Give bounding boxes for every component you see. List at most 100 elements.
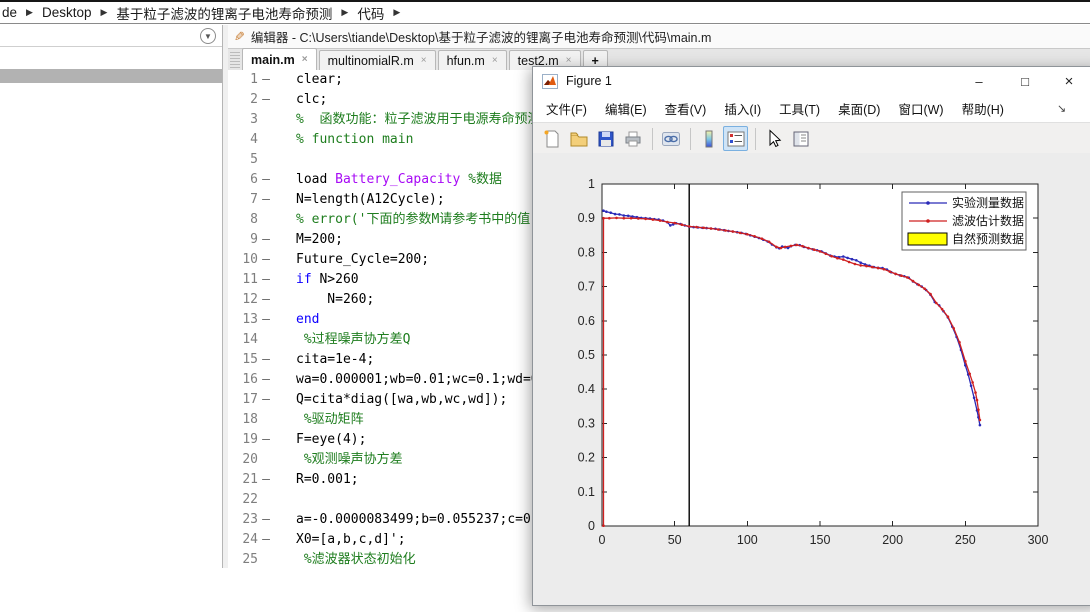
svg-text:0.4: 0.4 <box>578 382 595 396</box>
code-text: load Battery_Capacity %数据 <box>296 172 503 187</box>
figure-window: Figure 1 – □ × ↘ 文件(F) 编辑(E) 查看(V) 插入(I) 工具(… <box>532 66 1090 606</box>
tab-close-icon[interactable]: × <box>421 55 427 66</box>
exec-marker <box>258 450 274 470</box>
exec-marker: – <box>262 512 270 527</box>
exec-marker: – <box>262 292 270 307</box>
line-number: 7 <box>250 192 258 207</box>
editor-titlebar: ✎ 编辑器 - C:\Users\tiande\Desktop\基于粒子滤波的锂… <box>228 25 1090 49</box>
insert-colorbar-icon[interactable] <box>696 126 721 151</box>
legend-label: 滤波估计数据 <box>952 213 1024 228</box>
svg-text:1: 1 <box>588 177 595 191</box>
breadcrumb-item[interactable]: 代码 <box>357 3 384 23</box>
line-number: 13 <box>242 312 258 327</box>
tab-close-icon[interactable]: × <box>302 54 308 65</box>
exec-marker: – <box>262 192 270 207</box>
menu-F[interactable]: 文件(F) <box>537 99 596 118</box>
editor-tab-main-m[interactable]: main.m × <box>242 48 317 70</box>
menu-T[interactable]: 工具(T) <box>770 99 829 118</box>
figure-toolbar <box>533 122 1090 155</box>
current-folder-header: ▼ <box>0 25 222 47</box>
svg-text:0.8: 0.8 <box>578 245 595 259</box>
exec-marker: – <box>262 532 270 547</box>
legend-label: 实验测量数据 <box>952 195 1024 210</box>
menu-V[interactable]: 查看(V) <box>656 99 716 118</box>
svg-text:100: 100 <box>737 533 758 547</box>
code-text: M=200; <box>296 232 343 247</box>
exec-marker: – <box>262 272 270 287</box>
line-number: 8 <box>250 212 258 227</box>
menu-W[interactable]: 窗口(W) <box>889 99 952 118</box>
svg-text:0.6: 0.6 <box>578 314 595 328</box>
editor-tab-multinomialR-m[interactable]: multinomialR.m × <box>318 50 436 70</box>
svg-text:150: 150 <box>810 533 831 547</box>
close-button[interactable]: × <box>1053 67 1085 95</box>
svg-text:0.3: 0.3 <box>578 416 595 430</box>
line-number: 24 <box>242 532 258 547</box>
svg-text:0.7: 0.7 <box>578 280 595 294</box>
new-document-icon[interactable] <box>539 126 564 151</box>
menu-E[interactable]: 编辑(E) <box>596 99 656 118</box>
panel-actions-button[interactable]: ▼ <box>200 28 216 44</box>
code-text: %过程噪声协方差Q <box>296 332 411 347</box>
tab-label: multinomialR.m <box>327 53 414 68</box>
link-plots-icon[interactable] <box>658 126 683 151</box>
line-number: 15 <box>242 352 258 367</box>
exec-marker: – <box>262 72 270 87</box>
toolbar-separator <box>652 127 653 150</box>
exec-marker: – <box>262 472 270 487</box>
current-folder-panel: ▼ <box>0 25 222 568</box>
code-text: clc; <box>296 92 328 107</box>
open-folder-icon[interactable] <box>566 126 591 151</box>
svg-text:0.2: 0.2 <box>578 451 595 465</box>
edit-plot-arrow-icon[interactable] <box>761 126 786 151</box>
exec-marker: – <box>262 432 270 447</box>
exec-marker: – <box>262 172 270 187</box>
exec-marker <box>258 330 274 350</box>
code-text: %驱动矩阵 <box>296 412 364 427</box>
code-text: a=-0.0000083499;b=0.055237;c=0.90 <box>296 512 555 527</box>
menu-I[interactable]: 插入(I) <box>715 99 770 118</box>
tab-bar-grip <box>230 52 240 70</box>
exec-marker: – <box>262 252 270 267</box>
svg-text:50: 50 <box>668 533 682 547</box>
figure-menubar: ↘ 文件(F) 编辑(E) 查看(V) 插入(I) 工具(T) 桌面(D) 窗口(W) 帮助(… <box>533 95 1090 122</box>
line-number: 20 <box>242 452 258 467</box>
minimize-button[interactable]: – <box>963 67 995 95</box>
menu-overflow-icon[interactable]: ↘ <box>1057 102 1066 115</box>
exec-marker: – <box>262 312 270 327</box>
line-number: 11 <box>242 272 258 287</box>
dock-figure-icon[interactable] <box>788 126 813 151</box>
code-text: clear; <box>296 72 343 87</box>
figure-title: Figure 1 <box>566 74 612 88</box>
line-number: 16 <box>242 372 258 387</box>
line-number: 18 <box>242 412 258 427</box>
breadcrumb-separator-icon: ▶ <box>393 7 401 17</box>
exec-marker: – <box>262 92 270 107</box>
code-text: N=260; <box>296 292 375 307</box>
code-text: Q=cita*diag([wa,wb,wc,wd]); <box>296 392 508 407</box>
tab-close-icon[interactable]: × <box>492 55 498 66</box>
insert-legend-icon[interactable] <box>723 126 748 151</box>
menu-H[interactable]: 帮助(H) <box>953 99 1013 118</box>
code-text: R=0.001; <box>296 472 359 487</box>
selected-row[interactable] <box>0 69 222 83</box>
menu-D[interactable]: 桌面(D) <box>829 99 889 118</box>
editor-tab-hfun-m[interactable]: hfun.m × <box>437 50 507 70</box>
plot-canvas[interactable]: 0 50 100 150 200 250 300 0 0.1 0.2 0.3 0.4 0.5 0.6 0.7… <box>533 153 1090 605</box>
tab-close-icon[interactable]: × <box>566 55 572 66</box>
exec-marker <box>258 110 274 130</box>
breadcrumb-separator-icon: ▶ <box>26 7 33 17</box>
code-text: %滤波器状态初始化 <box>296 552 416 567</box>
breadcrumb-item[interactable]: de <box>2 5 17 20</box>
breadcrumb-item[interactable]: 基于粒子滤波的锂离子电池寿命预测 <box>116 3 332 23</box>
figure-titlebar[interactable]: Figure 1 – □ × <box>533 67 1090 95</box>
exec-marker: – <box>262 352 270 367</box>
maximize-button[interactable]: □ <box>1009 67 1041 95</box>
save-icon[interactable] <box>593 126 618 151</box>
legend-label: 自然预测数据 <box>952 231 1024 246</box>
print-icon[interactable] <box>620 126 645 151</box>
breadcrumb-item[interactable]: Desktop <box>42 5 92 20</box>
tab-label: main.m <box>251 52 295 67</box>
